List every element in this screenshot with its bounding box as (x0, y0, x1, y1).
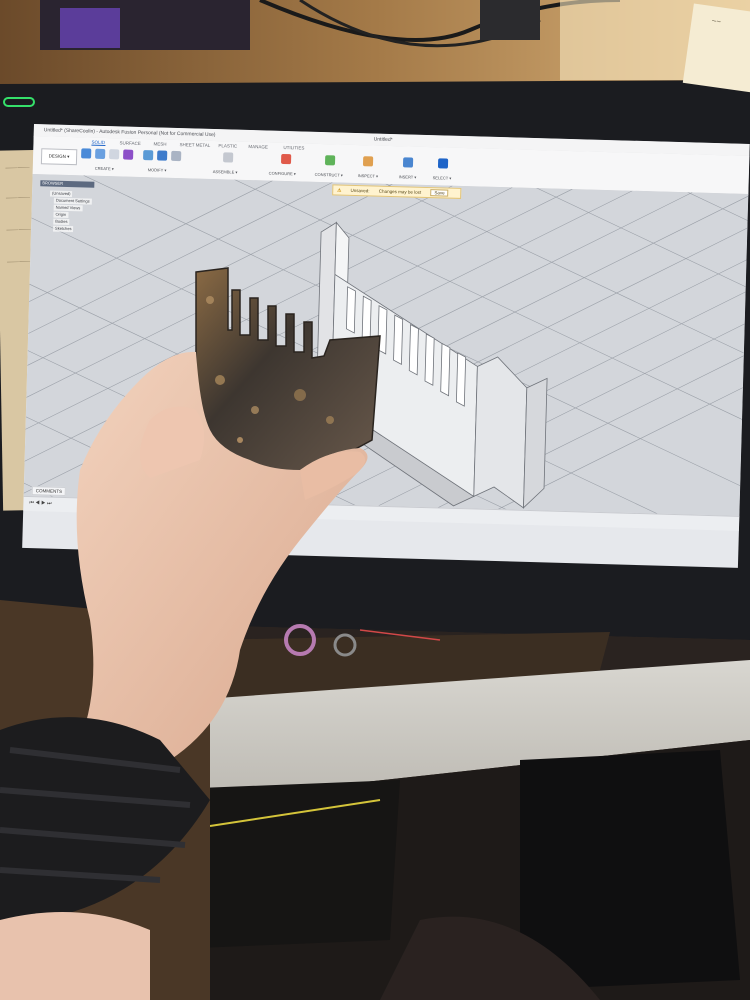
foreground-svg (0, 267, 381, 1000)
forearm (0, 912, 150, 1000)
